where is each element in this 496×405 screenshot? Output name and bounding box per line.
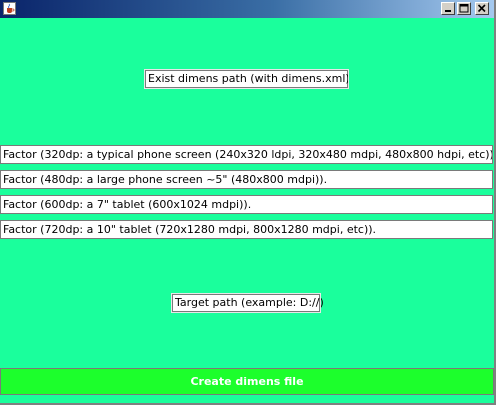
factor-480dp-input[interactable]: Factor (480dp: a large phone screen ~5" …	[0, 170, 493, 189]
app-window: Exist dimens path (with dimens.xml) Fact…	[0, 0, 496, 405]
close-button[interactable]	[475, 2, 489, 15]
factor-720dp-input[interactable]: Factor (720dp: a 10" tablet (720x1280 md…	[0, 220, 493, 239]
exist-dimens-path-input[interactable]: Exist dimens path (with dimens.xml)	[144, 69, 350, 89]
java-cup-icon	[3, 2, 16, 15]
create-dimens-file-button[interactable]: Create dimens file	[0, 368, 494, 395]
maximize-icon	[459, 4, 469, 13]
minimize-icon	[445, 10, 451, 12]
minimize-button[interactable]	[441, 2, 455, 15]
target-path-input[interactable]: Target path (example: D://)	[171, 293, 324, 313]
close-icon	[477, 4, 486, 13]
factor-320dp-input[interactable]: Factor (320dp: a typical phone screen (2…	[0, 145, 493, 164]
maximize-button[interactable]	[457, 2, 471, 15]
factor-600dp-input[interactable]: Factor (600dp: a 7" tablet (600x1024 mdp…	[0, 195, 493, 214]
title-bar[interactable]	[0, 0, 494, 18]
